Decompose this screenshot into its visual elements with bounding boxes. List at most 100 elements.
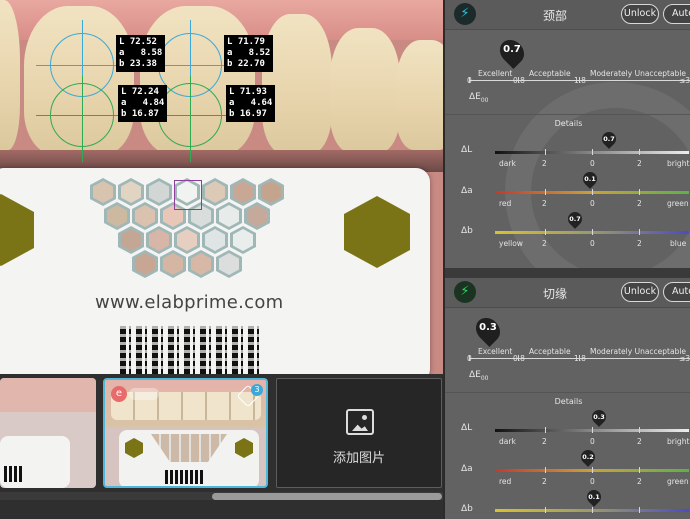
bar-tick-label: 2: [542, 239, 547, 248]
bar-tick: [592, 149, 593, 155]
bar-right-label: bright: [667, 159, 690, 168]
de-label-text: ΔE: [469, 370, 481, 380]
bar-tick-label: 0: [590, 437, 595, 446]
bar-tick: [592, 467, 593, 473]
bar-right-label: green: [667, 477, 689, 486]
bar-tick: [639, 467, 640, 473]
bar-tick: [545, 229, 546, 235]
bar-right-label: bright: [667, 437, 690, 446]
bar-left-label: dark: [499, 159, 516, 168]
lightning-icon[interactable]: ⚡: [454, 3, 476, 25]
bar-tick-label: 2: [637, 159, 642, 168]
section-title: 切缘: [542, 287, 567, 301]
bar-tick: [545, 149, 546, 155]
lab-a-value: a 4.84: [121, 98, 165, 108]
details-panel: Details ΔL dark 2 0 2 bright 0.7 Δa red …: [445, 114, 690, 264]
lab-b-value: b 22.70: [227, 59, 265, 69]
delta-a-value: 0.2: [582, 453, 594, 461]
bar-tick-label: 0: [590, 239, 595, 248]
range-excellent: Excellent: [478, 347, 513, 356]
analysis-panel: ⚡ 颈部 Unlock Auto Excellent Acceptable Mo…: [443, 0, 690, 519]
bar-tick-label: 2: [637, 477, 642, 486]
tick-label: ≤3: [679, 76, 690, 85]
delta-l-label: ΔL: [461, 145, 473, 155]
lab-readout: L 71.93 a 4.64 b 16.97: [226, 85, 276, 122]
auto-button[interactable]: Auto: [663, 4, 690, 24]
bar-tick-label: 2: [542, 159, 547, 168]
app-logo-icon: e: [111, 386, 127, 402]
bar-tick: [639, 149, 640, 155]
bar-tick-label: 2: [542, 477, 547, 486]
tick-label: 1.8: [574, 354, 586, 363]
delta-b-value: 0.1: [588, 493, 600, 501]
scrollbar-thumb[interactable]: [212, 493, 442, 500]
delta-b-label: Δb: [461, 226, 473, 236]
layer-count-badge: 3: [251, 384, 263, 396]
image-icon-sun: [362, 415, 367, 420]
section-cervical: ⚡ 颈部 Unlock Auto Excellent Acceptable Mo…: [445, 0, 690, 270]
bar-tick: [639, 507, 640, 513]
delta-l-value: 0.3: [593, 413, 605, 421]
card-url: www.elabprime.com: [95, 292, 284, 313]
delta-e-scale: Excellent Acceptable Moderately Unaccept…: [453, 312, 690, 384]
main-photo[interactable]: L 72.52 a 8.58 b 23.38 L 71.79 a 8.52 b …: [0, 0, 443, 374]
bar-tick: [592, 229, 593, 235]
range-acceptable: Acceptable: [529, 69, 571, 78]
bar-tick-label: 0: [590, 199, 595, 208]
image-icon-mountain: [352, 424, 368, 431]
delta-e-label: ΔE00: [469, 370, 488, 382]
delta-a-label: Δa: [461, 186, 473, 196]
bar-right-label: blue: [670, 239, 687, 248]
de-label-text: ΔE: [469, 92, 481, 102]
lab-readout: L 71.79 a 8.52 b 22.70: [224, 35, 274, 72]
add-image-label: 添加图片: [332, 451, 385, 466]
lab-a-value: a 8.58: [119, 48, 163, 58]
tick-label: 0: [467, 76, 472, 85]
crosshair-v: [82, 76, 84, 162]
delta-a-label: Δa: [461, 464, 473, 474]
section-header: ⚡ 颈部 Unlock Auto: [445, 0, 690, 30]
auto-button[interactable]: Auto: [663, 282, 690, 302]
unlock-button[interactable]: Unlock: [621, 4, 659, 24]
bar-tick-label: 0: [590, 477, 595, 486]
tick-label: ≤3: [679, 354, 690, 363]
range-excellent: Excellent: [478, 69, 513, 78]
tick-label: 1.8: [574, 76, 586, 85]
bar-tick: [545, 427, 546, 433]
image-icon: [346, 409, 374, 435]
crosshair-v: [190, 76, 192, 162]
bar-left-label: red: [499, 477, 512, 486]
lab-a-value: a 8.52: [227, 48, 271, 58]
bar-tick-label: 2: [637, 437, 642, 446]
delta-b-value: 0.7: [569, 215, 581, 223]
thumb-code: [4, 466, 24, 482]
bar-tick: [592, 189, 593, 195]
data-matrix-overlay: [120, 326, 260, 374]
bar-tick: [545, 507, 546, 513]
tooth: [330, 28, 400, 153]
delta-e-scale: Excellent Acceptable Moderately Unaccept…: [453, 34, 690, 106]
bar-tick: [639, 189, 640, 195]
bar-tick: [592, 507, 593, 513]
unlock-button[interactable]: Unlock: [621, 282, 659, 302]
delta-a-value: 0.1: [584, 175, 596, 183]
bar-right-label: green: [667, 199, 689, 208]
lab-readout: L 72.24 a 4.84 b 16.87: [118, 85, 168, 122]
section-title: 颈部: [542, 9, 567, 23]
thumbnail-image-selected[interactable]: e 3: [103, 378, 268, 488]
selected-shade-marker: [174, 180, 202, 210]
lightning-icon[interactable]: ⚡: [454, 281, 476, 303]
thumbnail-image[interactable]: [0, 378, 96, 488]
bar-left-label: dark: [499, 437, 516, 446]
lab-l-value: L 72.24: [121, 87, 159, 97]
thumbnail-strip: e 3 添加图片: [0, 374, 443, 519]
bar-tick: [592, 427, 593, 433]
bar-tick: [639, 229, 640, 235]
lab-b-value: b 16.97: [229, 109, 267, 119]
delta-l-label: ΔL: [461, 423, 473, 433]
section-header: ⚡ 切缘 Unlock Auto: [445, 278, 690, 308]
bar-tick: [545, 189, 546, 195]
add-image-button[interactable]: 添加图片: [276, 378, 442, 488]
thumb-tag: [129, 388, 159, 400]
tick-label: 0.8: [513, 76, 525, 85]
